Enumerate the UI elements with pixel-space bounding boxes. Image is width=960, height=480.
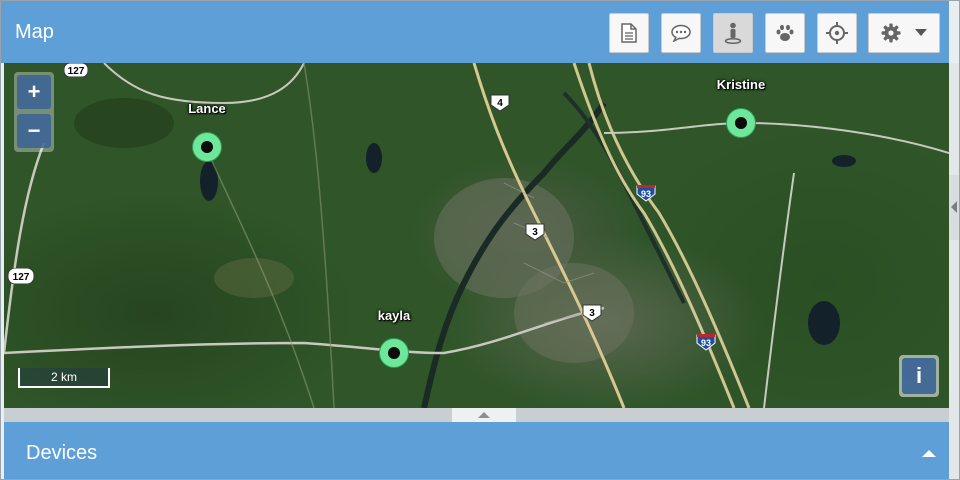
settings-button[interactable] (868, 13, 940, 53)
messages-button[interactable] (661, 13, 701, 53)
devices-panel-header[interactable]: Devices (4, 422, 949, 479)
svg-text:127: 127 (68, 66, 85, 77)
chat-icon (671, 24, 691, 42)
route-shield: 127 (8, 268, 34, 284)
map-info-button[interactable]: i (899, 355, 939, 397)
route-shield: 93 (696, 334, 716, 351)
document-icon (621, 23, 637, 43)
side-panel-handle[interactable] (949, 175, 959, 240)
person-location-button[interactable] (713, 13, 753, 53)
zoom-in-button[interactable]: + (17, 75, 51, 109)
collapse-map-button[interactable] (452, 408, 516, 422)
info-icon: i (902, 358, 936, 394)
device-marker-kristine[interactable] (726, 108, 756, 138)
marker-label-kayla: kayla (377, 308, 411, 323)
gear-icon (881, 23, 901, 43)
chevron-down-icon (915, 29, 927, 36)
marker-label-lance: Lance (188, 101, 226, 116)
map-resize-bar (4, 408, 949, 422)
route-shield: 93 (636, 185, 656, 202)
chevron-up-icon[interactable] (922, 450, 936, 457)
marker-label-kristine: Kristine (716, 77, 766, 92)
route-shield: 3 (582, 304, 602, 322)
route-shield: 127 (64, 63, 88, 77)
svg-text:3: 3 (532, 227, 538, 238)
svg-text:3: 3 (589, 308, 595, 319)
device-marker-kayla[interactable] (379, 338, 409, 368)
report-button[interactable] (609, 13, 649, 53)
map-terrain (4, 63, 949, 408)
route-shield: 4 (490, 94, 510, 112)
pet-button[interactable] (765, 13, 805, 53)
satellite-map[interactable]: + − 127 127 4 3 3 93 93 Lance kayla Kris… (4, 63, 949, 408)
right-gutter (949, 63, 959, 479)
page-title: Map (15, 21, 54, 43)
zoom-out-button[interactable]: − (17, 114, 51, 148)
crosshair-icon (826, 22, 848, 44)
svg-text:127: 127 (13, 272, 30, 283)
route-shield: 3 (525, 223, 545, 241)
svg-text:93: 93 (641, 189, 651, 199)
devices-title: Devices (26, 442, 98, 464)
svg-text:4: 4 (497, 98, 503, 109)
locate-button[interactable] (817, 13, 857, 53)
map-scale: 2 km (18, 368, 110, 388)
device-marker-lance[interactable] (192, 132, 222, 162)
zoom-control: + − (14, 72, 54, 152)
paw-icon (776, 24, 794, 41)
person-pin-icon (724, 22, 742, 44)
svg-text:93: 93 (701, 338, 711, 348)
map-header: Map (1, 1, 949, 63)
